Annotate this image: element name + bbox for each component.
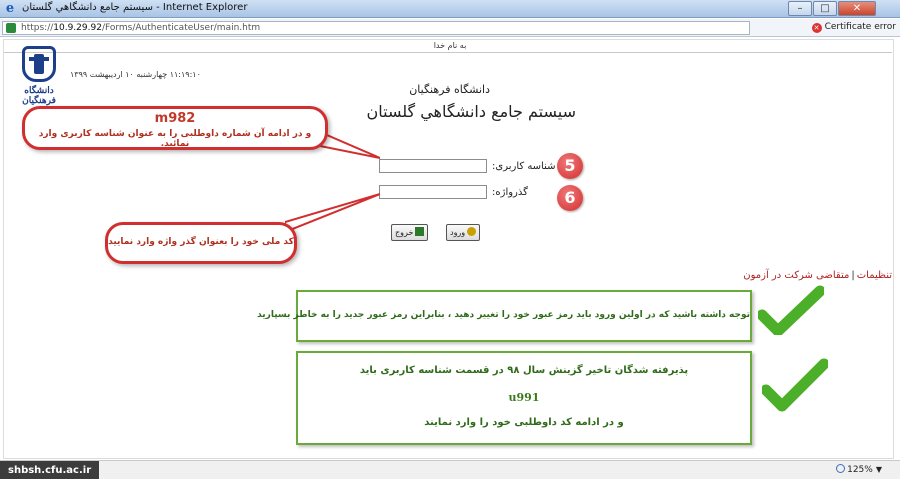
zoom-control[interactable]: 125% ▼ bbox=[836, 464, 882, 475]
bismillah-text: به نام خدا bbox=[433, 41, 467, 50]
login-button[interactable]: ورود bbox=[446, 224, 481, 241]
notice-first-login: توجه داشته باشید که در اولین ورود باید ر… bbox=[257, 290, 752, 342]
watermark-text: shbsh.cfu.ac.ir bbox=[0, 461, 100, 479]
header-divider bbox=[4, 52, 892, 53]
exit-button[interactable]: خروج bbox=[391, 224, 429, 241]
url-text: https://10.9.29.92/Forms/AuthenticateUse… bbox=[21, 23, 261, 33]
callout-password-pointer bbox=[285, 193, 380, 232]
date-time: ۱۱:۱۹:۱۰ چهارشنبه ۱۰ ارديبهشت ۱۳۹۹ bbox=[70, 70, 201, 79]
notice-first-login-text: توجه داشته باشید که در اولین ورود باید ر… bbox=[257, 310, 750, 320]
logo-emblem-icon bbox=[22, 46, 56, 82]
applicant-link[interactable]: متقاضی شرکت در آزمون bbox=[743, 270, 849, 281]
address-bar: https://10.9.29.92/Forms/AuthenticateUse… bbox=[0, 19, 900, 37]
university-logo: دانشگاه فرهنگیان bbox=[8, 44, 70, 106]
logo-text: دانشگاه فرهنگیان bbox=[22, 86, 56, 106]
notice-delayed-admission: پذیرفته شدگان تاخیر گزینش سال ۹۸ در قسمت… bbox=[296, 351, 752, 445]
url-field[interactable]: https://10.9.29.92/Forms/AuthenticateUse… bbox=[2, 21, 750, 35]
callout-username-pointer bbox=[320, 130, 380, 159]
links-separator: | bbox=[851, 270, 855, 281]
notice-delayed-line1: پذیرفته شدگان تاخیر گزینش سال ۹۸ در قسمت… bbox=[359, 365, 689, 376]
callout-password-hint: کد ملی خود را بعنوان گذر واژه وارد نمایی… bbox=[105, 222, 297, 264]
callout-username-code: m982 bbox=[154, 111, 196, 126]
maximize-button[interactable]: □ bbox=[813, 1, 837, 16]
green-check-icon bbox=[758, 285, 824, 335]
status-bar: shbsh.cfu.ac.ir 125% ▼ bbox=[0, 460, 900, 479]
username-label: شناسه کاربری: bbox=[492, 161, 556, 172]
notice-delayed-line3: و در ادامه کد داوطلبی خود را وارد نمایند bbox=[424, 417, 624, 428]
certificate-error-button[interactable]: ✕ Certificate error bbox=[811, 22, 896, 33]
password-label: گذرواژه: bbox=[492, 187, 528, 198]
window-titlebar: e سيستم جامع دانشگاهي گلستان - Internet … bbox=[0, 0, 900, 18]
exit-door-icon bbox=[415, 227, 425, 236]
callout-username-text: و در ادامه آن شماره داوطلبی را به عنوان … bbox=[38, 129, 312, 149]
key-icon bbox=[467, 227, 477, 236]
username-input[interactable] bbox=[379, 159, 487, 173]
top-links: تنظیمات|متقاضی شرکت در آزمون bbox=[743, 270, 892, 281]
step-6-badge: 6 bbox=[557, 185, 583, 211]
notice-delayed-code: u991 bbox=[508, 391, 540, 404]
green-check-icon-2 bbox=[762, 358, 828, 412]
certificate-error-icon: ✕ bbox=[811, 23, 822, 33]
callout-password-text: کد ملی خود را بعنوان گذر واژه وارد نمایی… bbox=[108, 237, 294, 247]
window-title: سيستم جامع دانشگاهي گلستان - Internet Ex… bbox=[22, 2, 248, 13]
page-content: به نام خدا دانشگاه فرهنگیان ۱۱:۱۹:۱۰ چها… bbox=[0, 38, 900, 460]
internet-explorer-icon: e bbox=[5, 1, 15, 16]
zoom-icon bbox=[836, 464, 846, 473]
site-icon bbox=[6, 23, 16, 33]
password-input[interactable] bbox=[379, 185, 487, 199]
zoom-dropdown-icon: ▼ bbox=[875, 465, 882, 474]
system-title: سيستم جامع دانشگاهي گلستان bbox=[366, 102, 576, 121]
settings-link[interactable]: تنظیمات bbox=[857, 270, 892, 281]
university-name: دانشگاه فرهنگيان bbox=[409, 83, 490, 96]
minimize-button[interactable]: – bbox=[788, 1, 812, 16]
close-button[interactable]: ✕ bbox=[838, 1, 876, 16]
callout-username-hint: m982 و در ادامه آن شماره داوطلبی را به ع… bbox=[22, 106, 328, 150]
step-5-badge: 5 bbox=[557, 153, 583, 179]
